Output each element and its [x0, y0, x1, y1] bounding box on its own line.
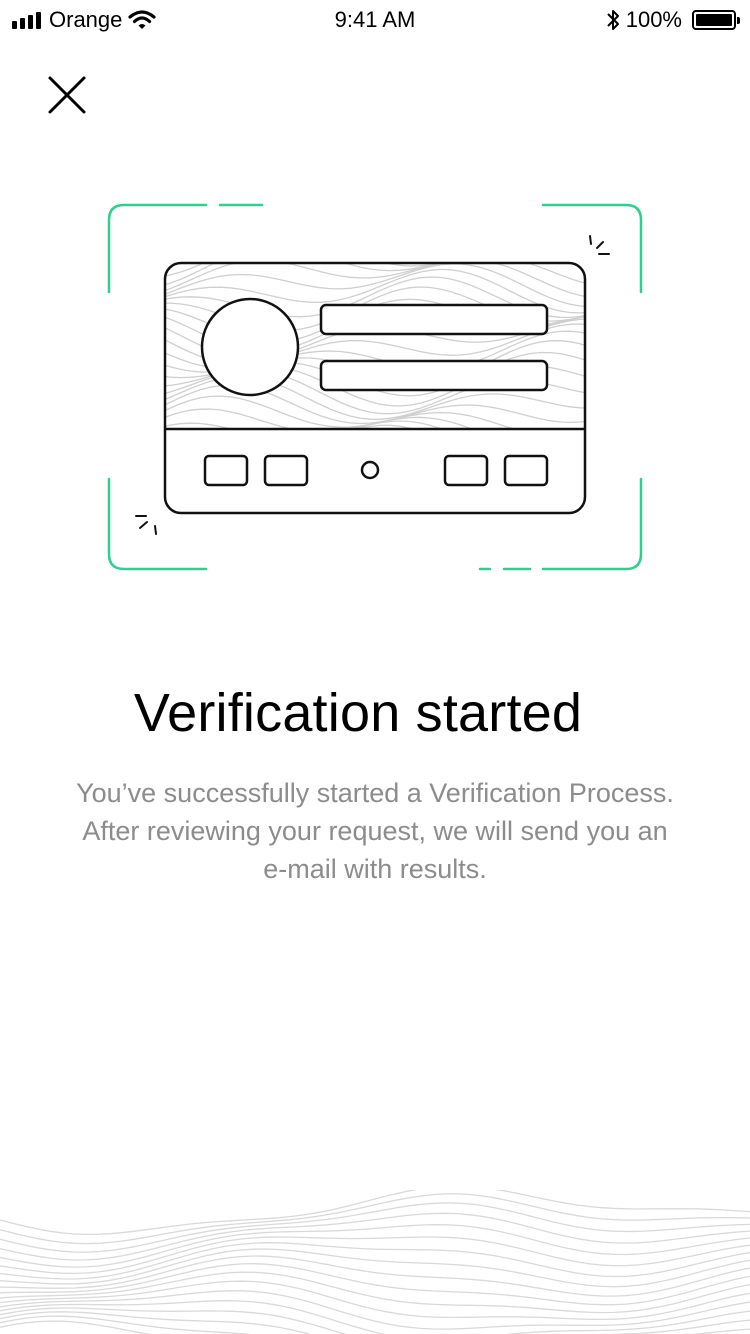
battery-fill	[696, 14, 732, 26]
avatar-placeholder	[200, 297, 300, 397]
battery-icon	[692, 10, 740, 30]
id-card-illustration	[100, 196, 650, 580]
status-bar: Orange 9:41 AM 100%	[0, 0, 750, 40]
close-button[interactable]	[40, 68, 94, 122]
status-right: 100%	[606, 6, 740, 34]
battery-percent: 100%	[625, 7, 682, 32]
close-icon	[48, 76, 86, 114]
decorative-waves	[0, 1190, 750, 1334]
id-card-scan-icon	[107, 203, 643, 571]
bluetooth-icon	[607, 10, 619, 30]
page-title: Verification started	[133, 683, 583, 743]
page-description: You’ve successfully started a Verificati…	[76, 778, 674, 884]
